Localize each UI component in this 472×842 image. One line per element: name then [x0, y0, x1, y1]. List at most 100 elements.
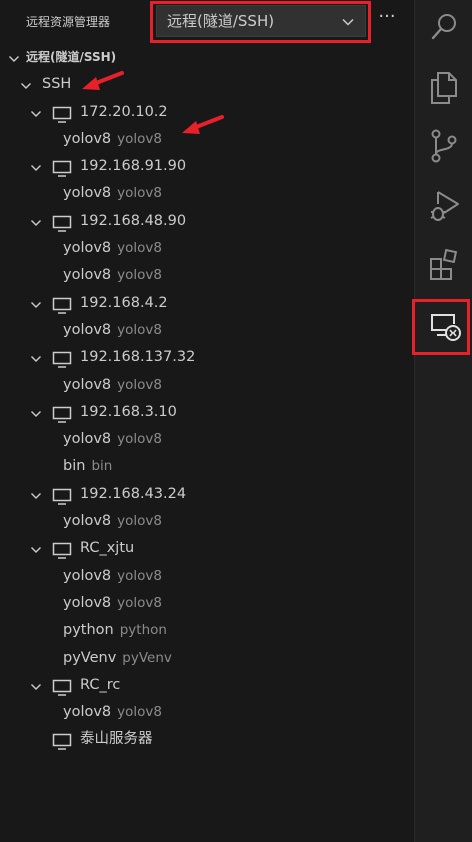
remote-folder-item[interactable]: yolov8 yolov8	[0, 508, 414, 535]
folder-description: yolov8	[117, 267, 163, 284]
folder-label: yolov8	[63, 376, 112, 393]
activity-bar	[412, 0, 472, 842]
remote-folder-item[interactable]: yolov8 yolov8	[0, 699, 414, 726]
chevron-down-icon	[31, 683, 41, 690]
remote-folder-item[interactable]: yolov8 yolov8	[0, 180, 414, 207]
remote-folder-item[interactable]: pyVenv pyVenv	[0, 645, 414, 672]
chevron-down-icon	[31, 356, 41, 363]
folder-label: bin	[63, 458, 86, 475]
section-label: 远程(隧道/SSH)	[26, 50, 117, 64]
chevron-down-icon	[31, 301, 41, 308]
monitor-icon	[52, 352, 72, 369]
ssh-host-item[interactable]: 192.168.3.10	[0, 399, 414, 426]
sidebar-title: 远程资源管理器	[26, 15, 111, 29]
folder-label: yolov8	[63, 431, 112, 448]
folder-label: yolov8	[63, 267, 112, 284]
chevron-down-icon	[31, 492, 41, 499]
host-name: 192.168.4.2	[80, 294, 168, 311]
ssh-host-item[interactable]: 192.168.48.90	[0, 208, 414, 235]
more-actions-button[interactable]: ···	[376, 8, 398, 32]
monitor-icon	[52, 406, 72, 423]
remote-type-dropdown[interactable]: 远程(隧道/SSH)	[156, 5, 366, 37]
folder-description: yolov8	[117, 185, 163, 202]
remote-folder-item[interactable]: yolov8 yolov8	[0, 563, 414, 590]
explorer-icon[interactable]	[428, 70, 460, 106]
chevron-down-icon	[31, 410, 41, 417]
chevron-down-icon	[31, 219, 41, 226]
ssh-host-item[interactable]: RC_xjtu	[0, 535, 414, 562]
search-icon[interactable]	[428, 11, 460, 43]
ssh-host-item[interactable]: 192.168.91.90	[0, 153, 414, 180]
folder-label: yolov8	[63, 130, 112, 147]
monitor-icon	[52, 488, 72, 505]
section-header[interactable]: 远程(隧道/SSH)	[0, 44, 414, 71]
folder-description: pyVenv	[122, 649, 172, 666]
monitor-icon	[52, 297, 72, 314]
ssh-host-item[interactable]: 泰山服务器	[0, 726, 414, 753]
dropdown-value: 远程(隧道/SSH)	[167, 12, 275, 30]
monitor-icon	[52, 543, 72, 560]
folder-label: yolov8	[63, 567, 112, 584]
folder-description: yolov8	[117, 376, 163, 393]
folder-label: yolov8	[63, 513, 112, 530]
folder-description: python	[119, 622, 167, 639]
host-name: 192.168.137.32	[80, 349, 196, 366]
chevron-down-icon	[9, 56, 19, 62]
folder-label: python	[63, 622, 114, 639]
ssh-host-item[interactable]: RC_rc	[0, 672, 414, 699]
monitor-icon	[52, 215, 72, 232]
run-debug-icon[interactable]	[428, 188, 462, 224]
ssh-host-item[interactable]: 192.168.137.32	[0, 344, 414, 371]
folder-label: pyVenv	[63, 649, 117, 666]
remote-folder-item[interactable]: yolov8 yolov8	[0, 426, 414, 453]
remote-folder-item[interactable]: yolov8 yolov8	[0, 372, 414, 399]
folder-label: yolov8	[63, 704, 112, 721]
remote-folder-item[interactable]: bin bin	[0, 453, 414, 480]
host-name: 192.168.43.24	[80, 485, 187, 502]
ssh-host-item[interactable]: 192.168.4.2	[0, 290, 414, 317]
monitor-icon	[52, 106, 72, 123]
chevron-down-icon	[31, 165, 41, 172]
remote-folder-item[interactable]: yolov8 yolov8	[0, 126, 414, 153]
remote-folder-item[interactable]: yolov8 yolov8	[0, 235, 414, 262]
folder-description: yolov8	[117, 240, 163, 257]
sidebar-header: 远程资源管理器 远程(隧道/SSH) ···	[0, 0, 414, 44]
folder-description: yolov8	[117, 321, 163, 338]
monitor-icon	[52, 734, 72, 751]
group-label: SSH	[42, 76, 72, 93]
chevron-down-icon	[31, 110, 41, 117]
group-ssh[interactable]: SSH	[0, 71, 414, 98]
remote-folder-item[interactable]: yolov8 yolov8	[0, 262, 414, 289]
monitor-icon	[52, 160, 72, 177]
host-name: 172.20.10.2	[80, 103, 168, 120]
remote-explorer-sidebar: 远程资源管理器 远程(隧道/SSH) ··· 远程(隧道/SSH) SSH 17…	[0, 0, 414, 842]
folder-label: yolov8	[63, 185, 112, 202]
folder-description: yolov8	[117, 567, 163, 584]
host-name: RC_rc	[80, 676, 121, 693]
folder-label: yolov8	[63, 594, 112, 611]
source-control-icon[interactable]	[428, 128, 460, 164]
folder-description: yolov8	[117, 431, 163, 448]
folder-description: bin	[91, 458, 113, 475]
host-name: 192.168.48.90	[80, 212, 187, 229]
folder-label: yolov8	[63, 240, 112, 257]
chevron-down-icon	[21, 83, 31, 90]
host-name: 192.168.91.90	[80, 158, 187, 175]
ssh-host-item[interactable]: 172.20.10.2	[0, 99, 414, 126]
chevron-down-icon	[342, 18, 354, 26]
extensions-icon[interactable]	[428, 248, 462, 282]
ssh-host-item[interactable]: 192.168.43.24	[0, 481, 414, 508]
remote-tree: 远程(隧道/SSH) SSH 172.20.10.2 yolov8 yolov8 …	[0, 44, 414, 754]
remote-folder-item[interactable]: yolov8 yolov8	[0, 317, 414, 344]
remote-folder-item[interactable]: yolov8 yolov8	[0, 590, 414, 617]
remote-folder-item[interactable]: python python	[0, 617, 414, 644]
host-name: 192.168.3.10	[80, 403, 177, 420]
host-name: 泰山服务器	[80, 731, 153, 748]
folder-description: yolov8	[117, 594, 163, 611]
folder-description: yolov8	[117, 513, 163, 530]
folder-description: yolov8	[117, 704, 163, 721]
chevron-down-icon	[31, 547, 41, 554]
monitor-icon	[52, 679, 72, 696]
remote-explorer-icon[interactable]	[428, 310, 462, 344]
folder-label: yolov8	[63, 321, 112, 338]
